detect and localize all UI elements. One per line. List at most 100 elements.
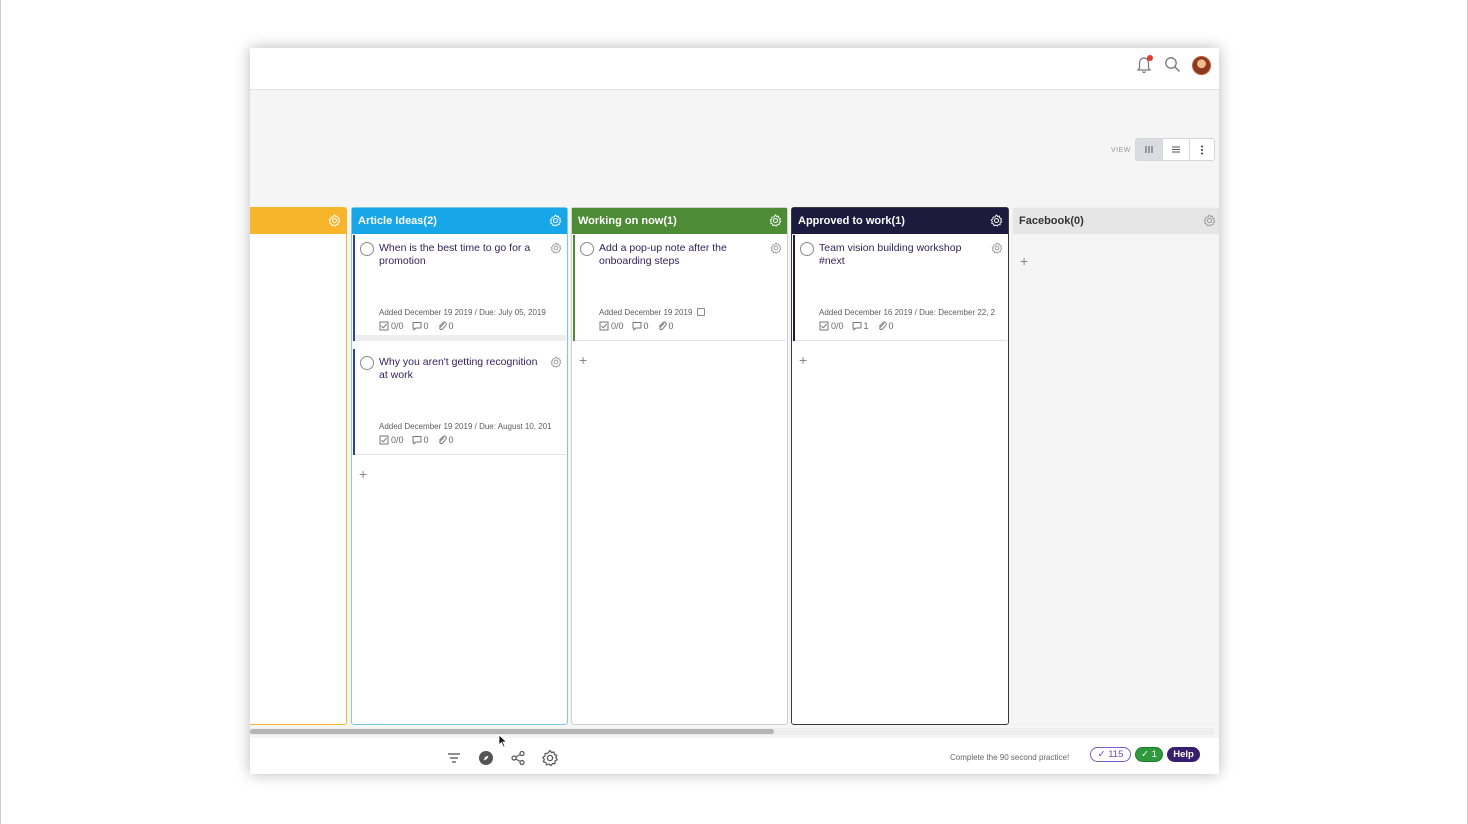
task-card[interactable]: When is the best time to go for a promot… bbox=[353, 235, 566, 341]
compass-icon[interactable] bbox=[478, 750, 494, 766]
column-header[interactable] bbox=[250, 208, 346, 234]
added-date: Added December 19 2019 bbox=[379, 308, 473, 317]
task-card[interactable]: Add a pop-up note after the onboarding s… bbox=[573, 235, 786, 341]
card-dates: Added December 16 2019 / Due: December 2… bbox=[819, 308, 996, 317]
view-label: VIEW bbox=[1111, 147, 1131, 154]
card-color-bar bbox=[793, 235, 795, 341]
task-card[interactable]: Why you aren't getting recognition at wo… bbox=[353, 349, 566, 455]
column-header[interactable]: Working on now(1) bbox=[572, 208, 787, 234]
attachment-count[interactable]: 0 bbox=[437, 435, 454, 445]
comment-count[interactable]: 1 bbox=[852, 321, 869, 331]
checklist-icon bbox=[379, 435, 389, 445]
card-settings-icon[interactable] bbox=[770, 242, 782, 254]
list-icon bbox=[1172, 146, 1180, 153]
bottom-bar: Complete the 90 second practice! ✓ 115 ✓… bbox=[250, 738, 1219, 774]
attachment-count[interactable]: 0 bbox=[437, 321, 454, 331]
card-title[interactable]: When is the best time to go for a promot… bbox=[379, 242, 549, 268]
card-title[interactable]: Team vision building workshop #next bbox=[819, 242, 989, 268]
points-value: 115 bbox=[1108, 749, 1124, 760]
column-settings-icon[interactable] bbox=[990, 214, 1003, 227]
column-title: Article Ideas(2) bbox=[358, 215, 437, 227]
points-badge[interactable]: ✓ 115 bbox=[1090, 747, 1131, 762]
completed-badge[interactable]: ✓ 1 bbox=[1135, 747, 1163, 762]
frame-edge-left bbox=[0, 0, 1, 824]
calendar-icon[interactable] bbox=[696, 308, 705, 316]
comment-count[interactable]: 0 bbox=[412, 321, 429, 331]
checklist-count[interactable]: 0/0 bbox=[379, 321, 404, 331]
list-view-button[interactable] bbox=[1163, 139, 1190, 160]
column-header[interactable]: Article Ideas(2) bbox=[352, 208, 567, 234]
attachment-count[interactable]: 0 bbox=[877, 321, 894, 331]
columns-icon bbox=[1145, 146, 1153, 153]
add-card-button[interactable]: + bbox=[1020, 254, 1219, 268]
comment-count[interactable]: 0 bbox=[412, 435, 429, 445]
paperclip-icon bbox=[658, 321, 667, 331]
task-card[interactable]: Team vision building workshop #next Adde… bbox=[793, 235, 1007, 341]
column-header[interactable]: Facebook(0) bbox=[1013, 208, 1219, 234]
card-settings-icon[interactable] bbox=[550, 356, 562, 368]
app-window: VIEW Article Ideas(2) When is the best t… bbox=[250, 48, 1219, 774]
practice-prompt[interactable]: Complete the 90 second practice! bbox=[950, 753, 1069, 762]
complete-checkbox[interactable] bbox=[360, 242, 374, 256]
column-title: Facebook(0) bbox=[1019, 215, 1084, 227]
column-title: Approved to work(1) bbox=[798, 215, 905, 227]
help-button[interactable]: Help bbox=[1167, 747, 1200, 762]
more-options-button[interactable] bbox=[1190, 139, 1214, 160]
added-date: Added December 19 2019 bbox=[599, 308, 693, 317]
user-avatar[interactable] bbox=[1192, 56, 1211, 75]
comment-count[interactable]: 0 bbox=[632, 321, 649, 331]
add-card-button[interactable]: + bbox=[579, 353, 787, 367]
scrollbar-thumb[interactable] bbox=[250, 729, 774, 734]
card-title[interactable]: Add a pop-up note after the onboarding s… bbox=[599, 242, 769, 268]
kanban-board: Article Ideas(2) When is the best time t… bbox=[250, 207, 1219, 725]
column-settings-icon[interactable] bbox=[769, 214, 782, 227]
due-date: Due: August 10, 201 bbox=[479, 422, 552, 431]
card-dates: Added December 19 2019 / Due: July 05, 2… bbox=[379, 308, 546, 317]
checklist-icon bbox=[379, 321, 389, 331]
share-icon[interactable] bbox=[510, 750, 526, 766]
complete-checkbox[interactable] bbox=[580, 242, 594, 256]
filter-icon[interactable] bbox=[446, 750, 462, 766]
comment-icon bbox=[412, 322, 422, 331]
add-card-button[interactable]: + bbox=[799, 353, 1008, 367]
mouse-cursor-icon bbox=[498, 734, 508, 748]
comment-icon bbox=[852, 322, 862, 331]
checklist-count[interactable]: 0/0 bbox=[379, 435, 404, 445]
due-date: Due: December 22, 2 bbox=[919, 308, 996, 317]
attachment-count[interactable]: 0 bbox=[657, 321, 674, 331]
card-color-bar bbox=[573, 235, 575, 341]
added-date: Added December 19 2019 bbox=[379, 422, 473, 431]
view-switcher bbox=[1135, 138, 1215, 161]
column-settings-icon[interactable] bbox=[328, 214, 341, 227]
comment-icon bbox=[632, 322, 642, 331]
column-settings-icon[interactable] bbox=[1203, 214, 1216, 227]
column-header[interactable]: Approved to work(1) bbox=[792, 208, 1008, 234]
column-settings-icon[interactable] bbox=[549, 214, 562, 227]
paperclip-icon bbox=[438, 321, 447, 331]
card-settings-icon[interactable] bbox=[991, 242, 1003, 254]
board-view-button[interactable] bbox=[1136, 139, 1163, 160]
paperclip-icon bbox=[878, 321, 887, 331]
column-facebook: Facebook(0) + bbox=[1012, 207, 1219, 725]
search-icon[interactable] bbox=[1164, 56, 1181, 73]
checklist-count[interactable]: 0/0 bbox=[819, 321, 844, 331]
card-counts: 0/0 0 0 bbox=[379, 435, 454, 445]
card-counts: 0/0 0 0 bbox=[599, 321, 674, 331]
card-title[interactable]: Why you aren't getting recognition at wo… bbox=[379, 356, 549, 382]
checkmark-icon: ✓ bbox=[1097, 749, 1109, 760]
due-date: Due: July 05, 2019 bbox=[479, 308, 546, 317]
checklist-icon bbox=[819, 321, 829, 331]
card-settings-icon[interactable] bbox=[550, 242, 562, 254]
add-card-button[interactable]: + bbox=[359, 467, 567, 481]
column-yellow bbox=[250, 207, 347, 725]
checklist-count[interactable]: 0/0 bbox=[599, 321, 624, 331]
settings-icon[interactable] bbox=[541, 749, 559, 767]
added-date: Added December 16 2019 bbox=[819, 308, 913, 317]
column-working: Working on now(1) Add a pop-up note afte… bbox=[571, 207, 788, 725]
notification-dot bbox=[1147, 55, 1153, 61]
complete-checkbox[interactable] bbox=[800, 242, 814, 256]
card-dates: Added December 19 2019 / Due: August 10,… bbox=[379, 422, 552, 431]
complete-checkbox[interactable] bbox=[360, 356, 374, 370]
column-article: Article Ideas(2) When is the best time t… bbox=[351, 207, 568, 725]
column-approved: Approved to work(1) Team vision building… bbox=[791, 207, 1009, 725]
